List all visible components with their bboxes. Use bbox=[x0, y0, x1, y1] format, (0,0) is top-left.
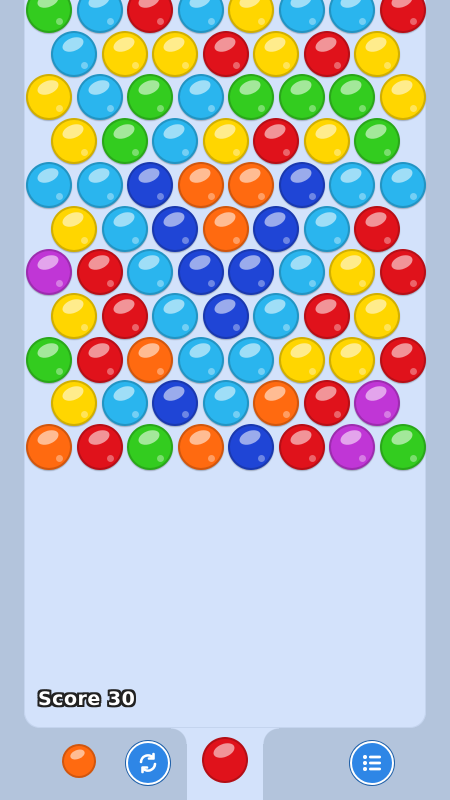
bubble-blue bbox=[253, 205, 299, 252]
bubble-yellow bbox=[329, 249, 375, 296]
bubble-cyan bbox=[51, 30, 97, 77]
bubble-green bbox=[101, 118, 148, 165]
bubble-yellow bbox=[253, 30, 299, 77]
bubble-cyan bbox=[127, 249, 173, 296]
bubble-blue bbox=[152, 380, 198, 427]
bubble-cyan bbox=[76, 161, 123, 208]
bubble-cyan bbox=[177, 336, 224, 383]
bubble-red bbox=[303, 380, 350, 427]
bubble-blue bbox=[228, 424, 274, 470]
bubble-red bbox=[379, 336, 426, 383]
bubble-blue bbox=[177, 249, 224, 296]
bubble-yellow bbox=[278, 336, 325, 383]
bubble-red bbox=[379, 249, 426, 296]
bubble-green bbox=[354, 118, 400, 165]
bubble-cyan bbox=[76, 74, 123, 121]
bubble-blue bbox=[152, 205, 198, 252]
bubble-cyan bbox=[303, 205, 350, 252]
next-bubble bbox=[62, 744, 96, 778]
bubble-green bbox=[379, 424, 426, 470]
bubble-red bbox=[278, 424, 325, 470]
bubble-yellow bbox=[51, 205, 97, 252]
bubble-purple bbox=[329, 424, 375, 470]
bubble-yellow bbox=[303, 118, 350, 165]
bubble-yellow bbox=[354, 30, 400, 77]
bubble-cyan bbox=[278, 249, 325, 296]
bubble-yellow bbox=[51, 118, 97, 165]
bubble-cyan bbox=[152, 292, 198, 339]
bubble-cyan bbox=[329, 161, 375, 208]
bubble-cyan bbox=[379, 161, 426, 208]
bubble-red bbox=[202, 30, 249, 77]
swap-arrows-icon bbox=[139, 752, 157, 774]
bubble-blue bbox=[278, 161, 325, 208]
bubble-red bbox=[76, 336, 123, 383]
bubble-red bbox=[303, 30, 350, 77]
swap-button[interactable] bbox=[126, 741, 170, 785]
bubble-orange bbox=[202, 205, 249, 252]
score-label: Score bbox=[38, 688, 101, 710]
bubble-orange bbox=[177, 424, 224, 470]
bubble-cyan bbox=[101, 205, 148, 252]
bubble-yellow bbox=[379, 74, 426, 121]
bubble-yellow bbox=[51, 292, 97, 339]
bubble-orange bbox=[253, 380, 299, 427]
bubble-red bbox=[101, 292, 148, 339]
bubble-orange bbox=[127, 336, 173, 383]
bubble-green bbox=[278, 74, 325, 121]
bubble-red bbox=[76, 424, 123, 470]
bubble-orange bbox=[26, 424, 72, 470]
bubble-yellow bbox=[51, 380, 97, 427]
bubble-green bbox=[127, 424, 173, 470]
bubble-yellow bbox=[354, 292, 400, 339]
bubble-orange bbox=[177, 161, 224, 208]
bubble-blue bbox=[228, 249, 274, 296]
bubble-cyan bbox=[26, 161, 72, 208]
bubble-purple bbox=[26, 249, 72, 296]
bubble-red bbox=[354, 205, 400, 252]
bubble-cyan bbox=[202, 380, 249, 427]
bubble-red bbox=[303, 292, 350, 339]
bubble-yellow bbox=[152, 30, 198, 77]
bubble-cyan bbox=[228, 336, 274, 383]
menu-button[interactable] bbox=[350, 741, 394, 785]
score-value: 30 bbox=[107, 688, 136, 710]
bubble-orange bbox=[228, 161, 274, 208]
menu-list-icon bbox=[363, 755, 381, 771]
score-display: Score 30 bbox=[38, 688, 135, 710]
bubble-yellow bbox=[101, 30, 148, 77]
bubble-yellow bbox=[202, 118, 249, 165]
bubble-blue bbox=[202, 292, 249, 339]
bubble-green bbox=[26, 336, 72, 383]
bubble-yellow bbox=[329, 336, 375, 383]
bubble-cyan bbox=[253, 292, 299, 339]
bubble-red bbox=[253, 118, 299, 165]
bubble-red bbox=[76, 249, 123, 296]
bubble-cyan bbox=[152, 118, 198, 165]
bubble-blue bbox=[127, 161, 173, 208]
bubble-purple bbox=[354, 380, 400, 427]
current-bubble[interactable] bbox=[202, 737, 248, 783]
bubble-cyan bbox=[101, 380, 148, 427]
bubble-cyan bbox=[177, 74, 224, 121]
